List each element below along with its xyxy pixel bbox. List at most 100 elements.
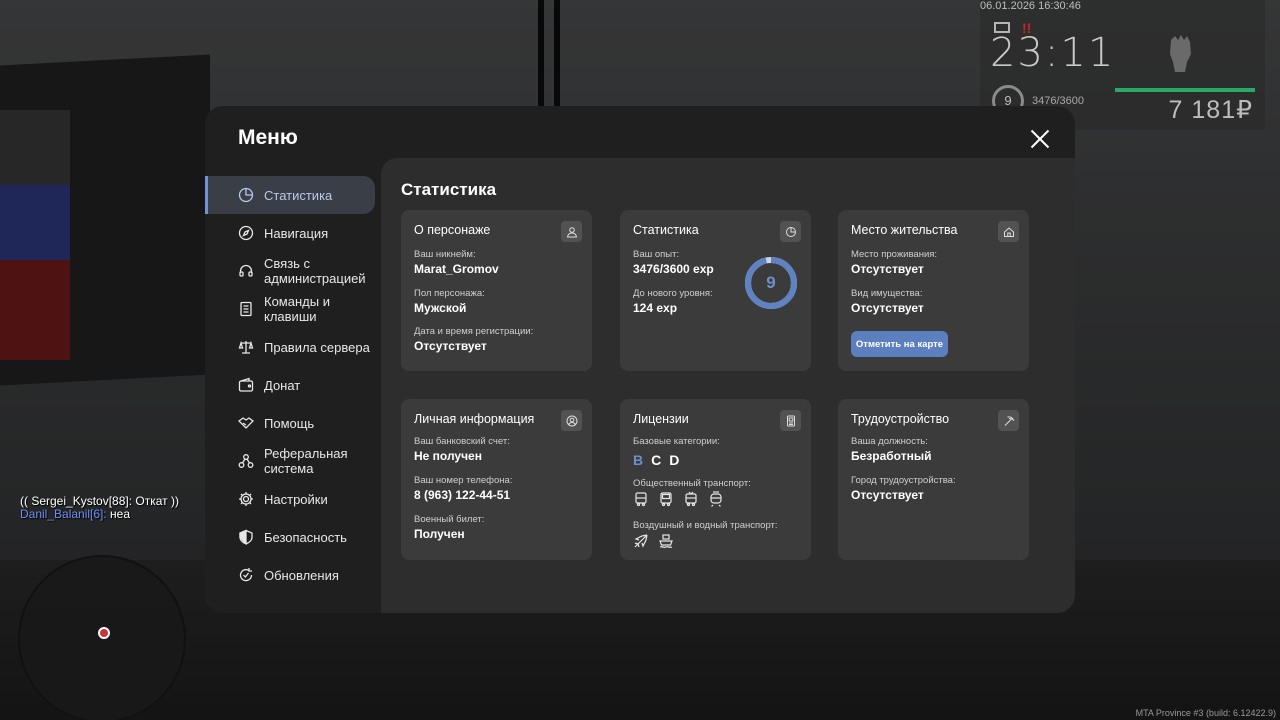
mark-on-map-button[interactable]: Отметить на карте (851, 331, 948, 357)
id-card-icon (780, 410, 801, 431)
gender-value: Мужской (414, 301, 467, 315)
pie-chart-icon (780, 221, 801, 242)
sidebar-item-statistics[interactable]: Статистика (205, 176, 375, 214)
card-residence: Место жительства Место проживания: Отсут… (838, 210, 1029, 371)
menu-title: Меню (238, 126, 298, 149)
registration-value: Отсутствует (414, 339, 487, 353)
public-transport-icons (633, 491, 724, 507)
employment-city-value: Отсутствует (851, 488, 924, 502)
field-label: Пол персонажа: (414, 288, 485, 299)
page-title: Статистика (401, 180, 497, 199)
field-label: Город трудоустройства: (851, 475, 956, 486)
field-label: Ваш никнейм: (414, 249, 476, 260)
document-icon (238, 301, 254, 317)
field-label: Дата и время регистрации: (414, 326, 534, 337)
pie-chart-icon (238, 187, 254, 203)
field-label: Ваш опыт: (633, 249, 680, 260)
position-value: Безработный (851, 449, 932, 463)
bank-value: Не получен (414, 449, 482, 463)
field-label: Вид имущества: (851, 288, 923, 299)
sidebar-item-label: Правила сервера (264, 339, 370, 355)
sidebar-item-label: Навигация (264, 225, 329, 241)
hud-health-bar (1115, 88, 1255, 92)
level-number: 9 (766, 273, 776, 292)
user-icon (561, 221, 582, 242)
plane-icon (634, 534, 648, 548)
field-label: Место проживания: (851, 249, 938, 260)
sidebar-item-donate[interactable]: Донат (205, 366, 380, 404)
phone-value: 8 (963) 122-44-51 (414, 488, 511, 502)
card-title: Статистика (633, 223, 699, 237)
wallet-icon (238, 377, 254, 393)
headset-icon (238, 263, 254, 279)
fist-icon (1170, 35, 1191, 72)
license-category-c: C (651, 452, 662, 468)
field-label: До нового уровня: (633, 288, 713, 299)
pickaxe-icon (998, 410, 1019, 431)
field-label: Общественный транспорт: (633, 478, 751, 489)
hud-clock: 23:11 (990, 30, 1116, 76)
sidebar-item-updates[interactable]: Обновления (205, 556, 380, 594)
level-progress-ring: 9 (744, 256, 798, 310)
sidebar-item-security[interactable]: Безопасность (205, 518, 380, 556)
card-character: О персонаже Ваш никнейм: Marat_Gromov По… (401, 210, 592, 371)
sidebar-item-commands[interactable]: Команды и клавиши (205, 290, 380, 328)
sidebar-item-label: Реферальная система (264, 446, 348, 476)
bus-icon (660, 492, 672, 507)
sidebar-item-label: Обновления (264, 567, 339, 583)
field-label: Базовые категории: (633, 436, 720, 447)
sidebar-item-label: Донат (264, 377, 301, 393)
field-label: Ваша должность: (851, 436, 928, 447)
exp-value: 3476/3600 exp (633, 262, 714, 276)
residence-value: Отсутствует (851, 262, 924, 276)
license-category-d: D (669, 452, 680, 468)
menu-window: Меню Статистика Навигация Связь с админи… (205, 106, 1075, 613)
card-licenses: Лицензии Базовые категории: BCD Обществе… (620, 399, 811, 560)
sidebar: Статистика Навигация Связь с администрац… (205, 176, 380, 594)
sidebar-item-label: Команды и клавиши (264, 294, 330, 324)
sidebar-item-settings[interactable]: Настройки (205, 480, 380, 518)
build-info: MTA Province #3 (build: 6.12422.9) (1135, 708, 1276, 718)
hud-datetime: 06.01.2026 16:30:46 (980, 0, 1081, 12)
bus-icon (635, 492, 647, 507)
hud-money: 7 181₽ (1168, 96, 1253, 124)
sidebar-item-rules[interactable]: Правила сервера (205, 328, 380, 366)
home-icon (998, 221, 1019, 242)
scales-icon (238, 339, 254, 355)
sidebar-item-label: Безопасность (264, 529, 347, 545)
field-label: Ваш банковский счет: (414, 436, 510, 447)
chat-player-name: Danil_Balanil[6]: (20, 507, 107, 521)
ship-icon (659, 534, 673, 548)
card-title: Личная информация (414, 412, 535, 426)
sidebar-item-label: Статистика (264, 187, 333, 203)
military-value: Получен (414, 527, 465, 541)
air-water-transport-icons (633, 533, 674, 549)
card-title: О персонаже (414, 223, 491, 237)
refresh-icon (238, 567, 254, 583)
sidebar-item-help[interactable]: Помощь (205, 404, 380, 442)
compass-icon (238, 225, 254, 241)
content-panel: Статистика О персонаже Ваш никнейм: Mara… (381, 158, 1075, 613)
license-category-b: B (633, 452, 644, 468)
sidebar-item-admin-contact[interactable]: Связь с администрацией (205, 252, 380, 290)
sidebar-item-referral[interactable]: Реферальная система (205, 442, 380, 480)
nickname-value: Marat_Gromov (414, 262, 499, 276)
gear-icon (238, 491, 254, 507)
sidebar-item-navigation[interactable]: Навигация (205, 214, 380, 252)
card-personal: Личная информация Ваш банковский счет: Н… (401, 399, 592, 560)
chat-message: неа (106, 507, 131, 521)
field-label: Ваш номер телефона: (414, 475, 513, 486)
card-stats: Статистика Ваш опыт: 3476/3600 exp До но… (620, 210, 811, 371)
sidebar-item-label: Настройки (264, 491, 328, 507)
field-label: Воздушный и водный транспорт: (633, 520, 778, 531)
sidebar-item-label: Связь с администрацией (264, 256, 366, 286)
field-label: Военный билет: (414, 514, 485, 525)
property-value: Отсутствует (851, 301, 924, 315)
card-title: Трудоустройство (851, 412, 950, 426)
close-button[interactable] (1027, 126, 1053, 152)
chat-line: Danil_Balanil[6]: неа (20, 508, 179, 521)
user-circle-icon (561, 410, 582, 431)
card-title: Место жительства (851, 223, 958, 237)
network-icon (238, 453, 254, 469)
shield-icon (238, 529, 254, 545)
